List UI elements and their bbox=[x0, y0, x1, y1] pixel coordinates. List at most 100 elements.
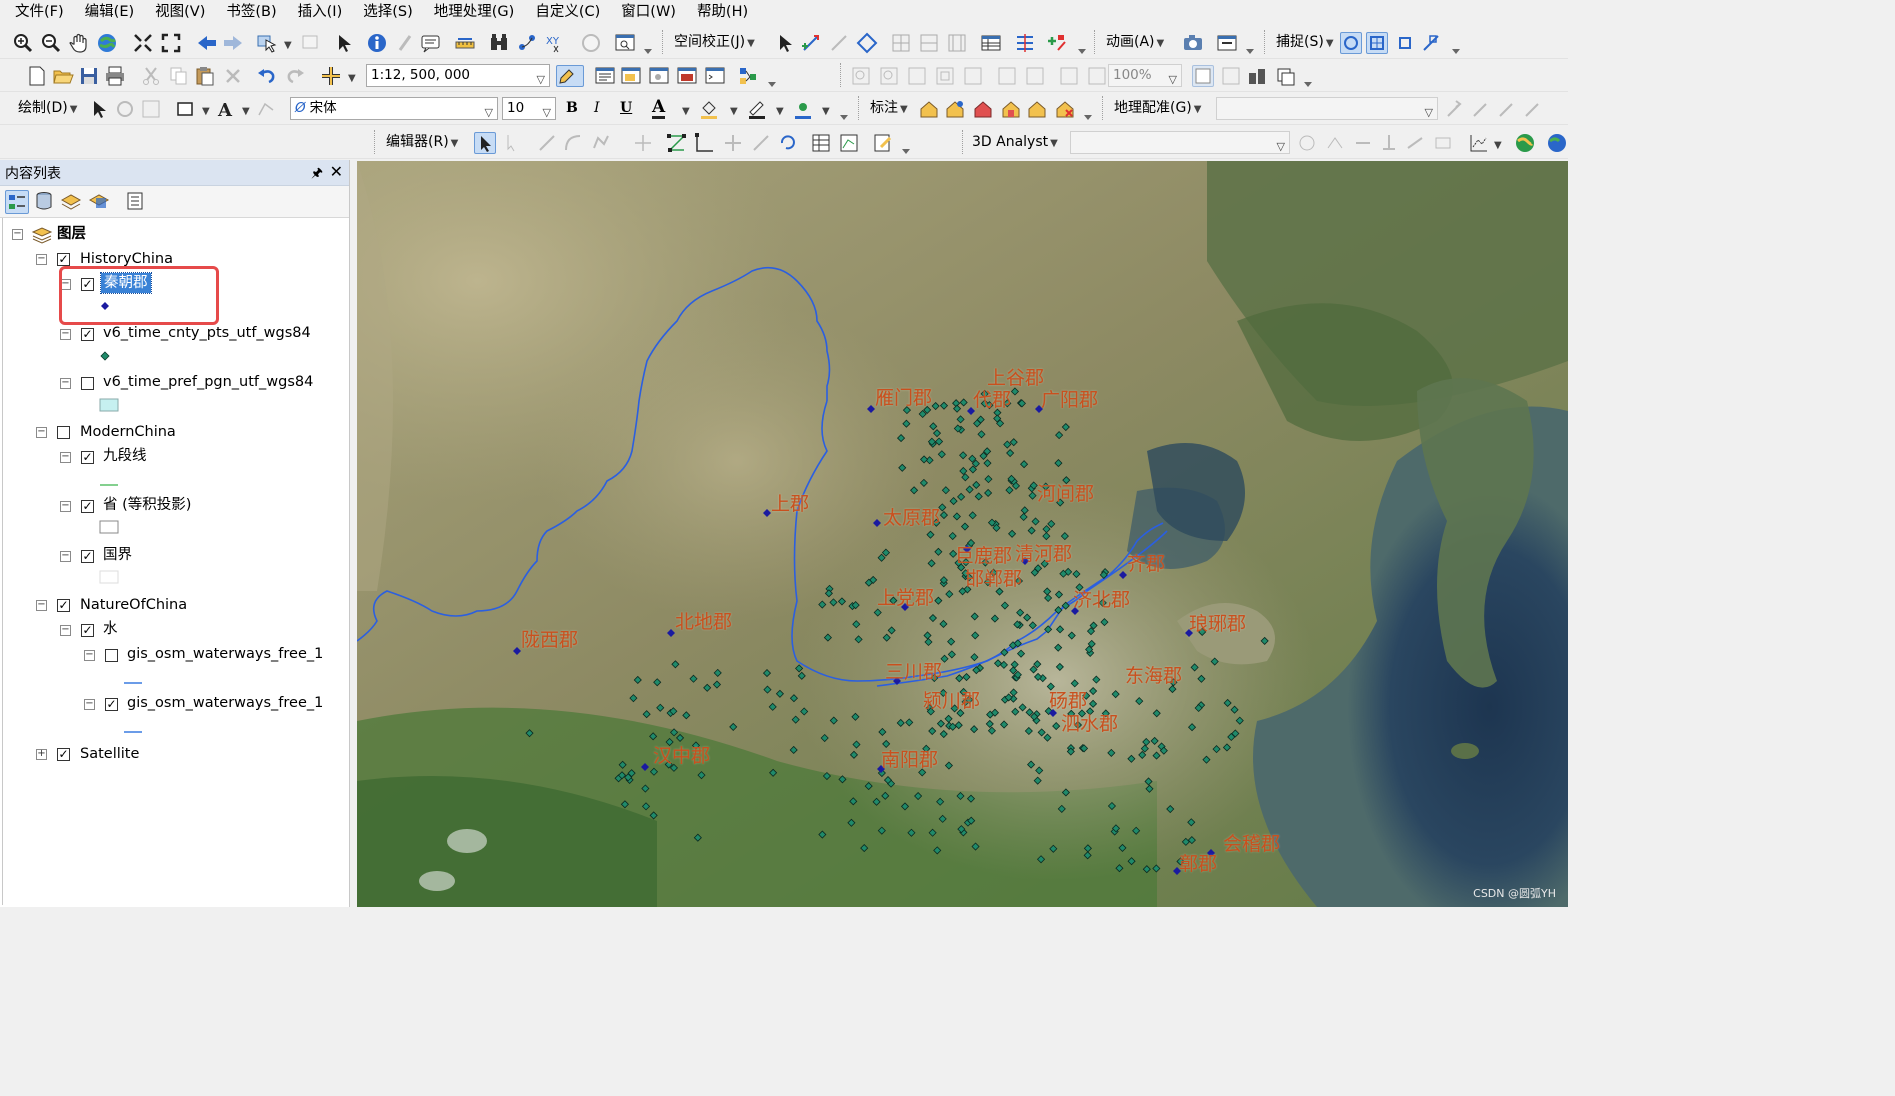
layer-pref-pgn-label[interactable]: v6_time_pref_pgn_utf_wgs84 bbox=[103, 372, 313, 392]
menu-insert[interactable]: 插入(I) bbox=[295, 1, 351, 23]
list-by-drawing-order-icon[interactable] bbox=[5, 190, 29, 214]
find-route-icon[interactable] bbox=[516, 32, 538, 54]
fixed-zoom-in-icon[interactable] bbox=[132, 32, 154, 54]
edge-match-icon[interactable] bbox=[1014, 32, 1036, 54]
layer-waterways-1-label[interactable]: gis_osm_waterways_free_1 bbox=[127, 644, 323, 664]
focus-data-frame-icon[interactable] bbox=[1220, 65, 1242, 87]
font-color-button[interactable]: A bbox=[652, 98, 666, 119]
arctoolbox-icon[interactable] bbox=[676, 65, 698, 87]
underline-button[interactable]: U bbox=[620, 98, 632, 118]
create-features-icon[interactable] bbox=[872, 132, 894, 154]
undo-icon[interactable] bbox=[256, 65, 278, 87]
zoom-whole-page-icon[interactable] bbox=[934, 65, 956, 87]
reshape-icon[interactable] bbox=[694, 132, 716, 154]
toolbar-grip-icon[interactable] bbox=[1246, 40, 1254, 54]
layout-forward-icon[interactable] bbox=[1086, 65, 1108, 87]
paste-icon[interactable] bbox=[194, 65, 216, 87]
marker-color-icon[interactable] bbox=[792, 98, 814, 120]
group-modern-label[interactable]: ModernChina bbox=[80, 422, 176, 442]
text-dropdown-icon[interactable]: ▼ bbox=[242, 102, 250, 122]
menu-customize[interactable]: 自定义(C) bbox=[532, 1, 608, 23]
zoom-out-icon[interactable] bbox=[40, 32, 62, 54]
group-satellite-label[interactable]: Satellite bbox=[80, 744, 139, 764]
menu-file[interactable]: 文件(F) bbox=[12, 1, 72, 23]
map-view[interactable]: 上谷郡 雁门郡 代郡 广阳郡 河间郡 上郡 太原郡 巨鹿郡 清河郡 邯郸郡 齐郡… bbox=[357, 161, 1568, 907]
interpolate-polygon-icon[interactable] bbox=[1432, 132, 1454, 154]
end-point-arc-icon[interactable] bbox=[562, 132, 584, 154]
go-to-xy-icon[interactable]: XY bbox=[544, 32, 566, 54]
list-by-source-icon[interactable] bbox=[33, 190, 57, 214]
rotate-icon[interactable] bbox=[114, 98, 136, 120]
collapse-icon[interactable]: − bbox=[60, 501, 71, 512]
marker-color-dropdown-icon[interactable]: ▼ bbox=[822, 102, 830, 122]
labeling-menu[interactable]: 标注 ▼ bbox=[870, 98, 908, 120]
fill-color-icon[interactable] bbox=[698, 98, 720, 120]
layer-pref-pgn-checkbox[interactable] bbox=[81, 377, 94, 390]
menu-view[interactable]: 视图(V) bbox=[152, 1, 213, 23]
fill-color-dropdown-icon[interactable]: ▼ bbox=[730, 102, 738, 122]
toolbar-grip-icon[interactable] bbox=[1078, 40, 1086, 54]
collapse-icon[interactable]: − bbox=[36, 427, 47, 438]
group-satellite-checkbox[interactable]: ✓ bbox=[57, 748, 70, 761]
font-color-dropdown-icon[interactable]: ▼ bbox=[682, 102, 690, 122]
sketch-properties-icon[interactable] bbox=[838, 132, 860, 154]
zoom-to-selected-icon[interactable] bbox=[140, 98, 162, 120]
menu-windows[interactable]: 窗口(W) bbox=[618, 1, 684, 23]
find-icon[interactable] bbox=[488, 32, 510, 54]
attribute-table-icon[interactable] bbox=[980, 32, 1002, 54]
layer-nine-dash-checkbox[interactable]: ✓ bbox=[81, 451, 94, 464]
python-window-icon[interactable] bbox=[704, 65, 726, 87]
collapse-icon[interactable]: − bbox=[36, 600, 47, 611]
select-dropdown-icon[interactable]: ▼ bbox=[284, 36, 292, 56]
georef-layer-combo[interactable]: ▽ bbox=[1216, 97, 1438, 120]
back-arrow-icon[interactable] bbox=[196, 32, 218, 54]
hyperlink-icon[interactable] bbox=[394, 32, 416, 54]
identify-icon[interactable] bbox=[366, 32, 388, 54]
toc-options-icon[interactable] bbox=[124, 190, 148, 214]
draw-select-icon[interactable] bbox=[88, 98, 110, 120]
new-displacement-link-icon[interactable] bbox=[800, 32, 822, 54]
collapse-icon[interactable]: − bbox=[84, 699, 95, 710]
delete-icon[interactable] bbox=[222, 65, 244, 87]
georeferencing-menu[interactable]: 地理配准(G) ▼ bbox=[1114, 98, 1201, 120]
label-weight-icon[interactable] bbox=[1026, 98, 1048, 120]
change-layout-icon[interactable] bbox=[1246, 65, 1268, 87]
italic-button[interactable]: I bbox=[594, 98, 600, 118]
multi-displacement-icon[interactable] bbox=[856, 32, 878, 54]
forward-arrow-icon[interactable] bbox=[222, 32, 244, 54]
toolbar-grip-icon[interactable] bbox=[1452, 40, 1460, 54]
interpolate-line-icon[interactable] bbox=[1404, 132, 1426, 154]
straight-segment-icon[interactable] bbox=[536, 132, 558, 154]
select-elements-icon[interactable] bbox=[333, 32, 355, 54]
snapping-menu[interactable]: 捕捉(S) ▼ bbox=[1276, 32, 1334, 54]
select-features-icon[interactable] bbox=[256, 32, 278, 54]
group-water-checkbox[interactable]: ✓ bbox=[81, 624, 94, 637]
profile-graph-icon[interactable] bbox=[1468, 132, 1490, 154]
list-by-selection-icon[interactable] bbox=[88, 190, 112, 214]
layer-border-checkbox[interactable]: ✓ bbox=[81, 550, 94, 563]
toolbar-grip-icon[interactable] bbox=[644, 40, 652, 54]
view-link-table-icon[interactable] bbox=[890, 32, 912, 54]
toolbar-grip-icon[interactable] bbox=[1084, 106, 1092, 120]
pin-icon[interactable]: 🖈 bbox=[311, 164, 323, 186]
interpolate-point-icon[interactable] bbox=[1378, 132, 1400, 154]
point-tool-icon[interactable] bbox=[632, 132, 654, 154]
vertex-snap-icon[interactable] bbox=[1394, 32, 1416, 54]
edit-vertices-icon[interactable] bbox=[256, 98, 278, 120]
view-unplaced-labels-icon[interactable] bbox=[1000, 98, 1022, 120]
layer-cnty-pts-label[interactable]: v6_time_cnty_pts_utf_wgs84 bbox=[103, 323, 311, 343]
layer-waterways-2-label[interactable]: gis_osm_waterways_free_1 bbox=[127, 693, 323, 713]
open-folder-icon[interactable] bbox=[52, 65, 74, 87]
layout-zoom-combo[interactable]: 100% ▽ bbox=[1108, 64, 1182, 87]
zoom-in-icon[interactable] bbox=[12, 32, 34, 54]
layer-province-label[interactable]: 省 (等积投影) bbox=[103, 495, 191, 515]
create-viewer-icon[interactable] bbox=[614, 32, 636, 54]
expand-icon[interactable]: + bbox=[36, 749, 47, 760]
arcscene-icon[interactable] bbox=[1514, 132, 1536, 154]
collapse-icon[interactable]: − bbox=[60, 625, 71, 636]
copy-icon[interactable] bbox=[168, 65, 190, 87]
3d-analyst-menu[interactable]: 3D Analyst ▼ bbox=[972, 132, 1058, 154]
georef-tool-1-icon[interactable] bbox=[1444, 98, 1466, 120]
group-history-checkbox[interactable]: ✓ bbox=[57, 253, 70, 266]
modify-link-icon[interactable] bbox=[828, 32, 850, 54]
